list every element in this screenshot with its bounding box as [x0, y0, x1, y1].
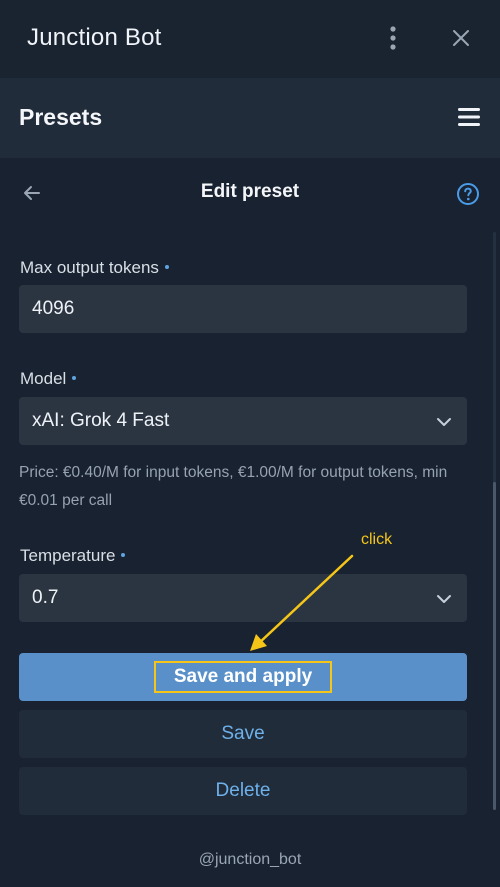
price-note: Price: €0.40/M for input tokens, €1.00/M…: [19, 464, 448, 509]
app-title: Junction Bot: [27, 24, 162, 51]
click-annotation: click: [361, 531, 393, 548]
close-icon[interactable]: [449, 26, 473, 50]
required-dot: [164, 264, 169, 269]
model-value: xAI: Grok 4 Fast: [32, 410, 170, 431]
required-dot: [121, 552, 126, 557]
save-and-apply-button[interactable]: Save and apply: [19, 653, 467, 701]
model-label: Model: [20, 369, 77, 389]
hamburger-icon[interactable]: [456, 105, 482, 129]
delete-button[interactable]: Delete: [19, 767, 467, 815]
question-circle-icon[interactable]: [456, 182, 480, 206]
chevron-down-icon: [437, 595, 451, 603]
save-button[interactable]: Save: [19, 710, 467, 758]
chevron-down-icon: [437, 418, 451, 426]
model-select[interactable]: xAI: Grok 4 Fast: [19, 397, 467, 445]
save-and-apply-label: Save and apply: [153, 661, 333, 693]
max-tokens-label: Max output tokens: [20, 258, 169, 278]
temperature-label: Temperature: [20, 546, 126, 566]
max-tokens-value: 4096: [32, 298, 75, 319]
kebab-icon[interactable]: [383, 24, 403, 52]
max-tokens-input[interactable]: 4096: [19, 285, 467, 333]
scrollbar-thumb[interactable]: [493, 482, 496, 810]
presets-header: Presets: [0, 78, 500, 158]
page-title: Presets: [19, 104, 103, 130]
temperature-value: 0.7: [32, 587, 59, 608]
edit-preset-title: Edit preset: [200, 181, 300, 202]
bot-handle: @junction_bot: [198, 851, 302, 868]
annotation-arrow-icon: [250, 554, 354, 651]
required-dot: [72, 375, 77, 380]
scrollbar[interactable]: [493, 232, 496, 810]
title-bar: Junction Bot: [0, 0, 500, 78]
